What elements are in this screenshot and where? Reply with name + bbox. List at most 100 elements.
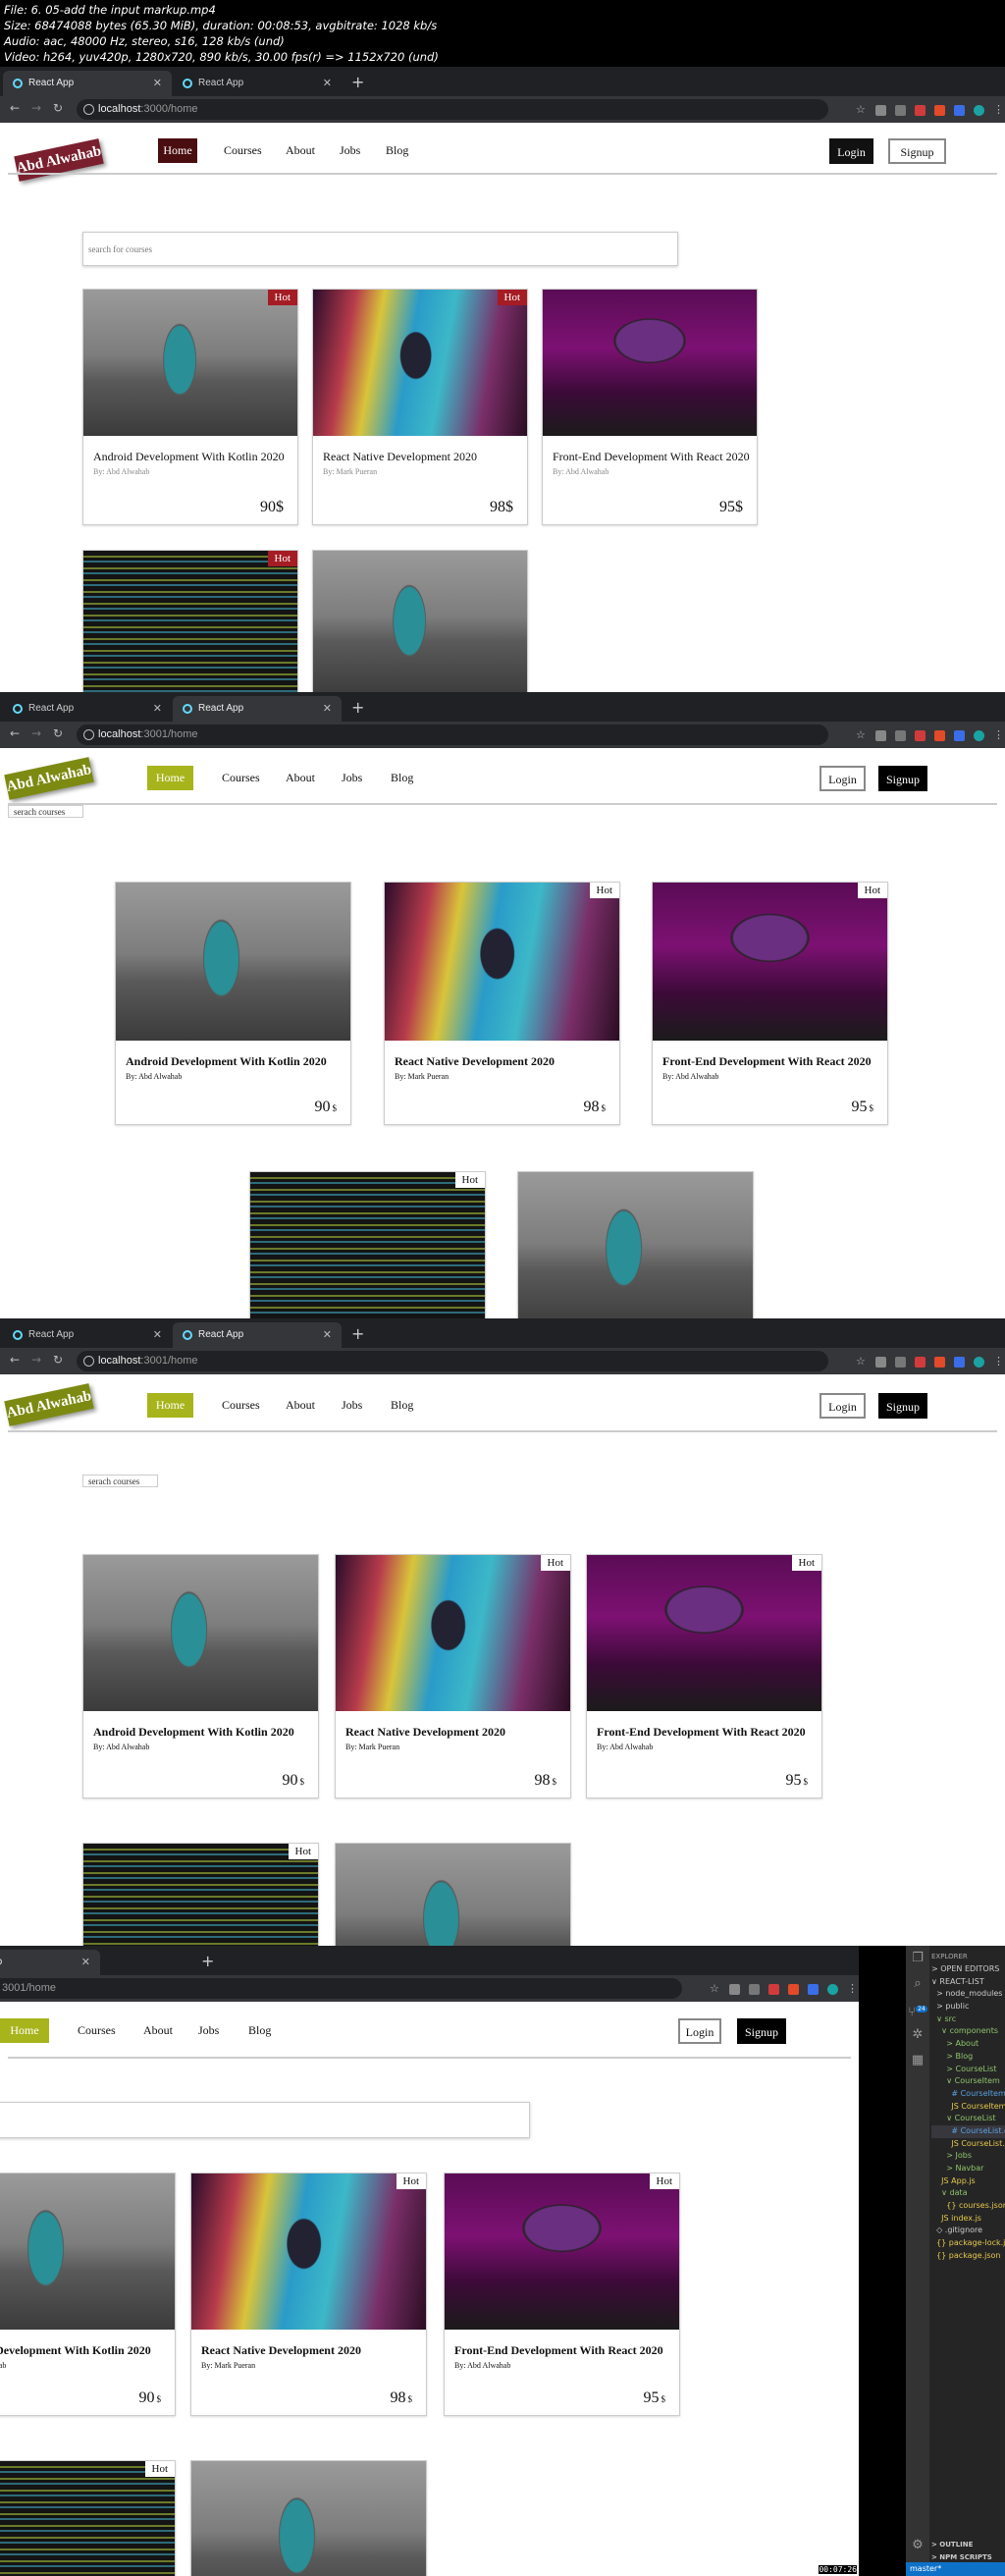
browser-tab[interactable]: React App ✕ [3, 696, 172, 722]
file-tree-item[interactable]: > public [931, 2001, 1005, 2013]
forward-icon[interactable]: → [31, 1353, 41, 1367]
login-button[interactable]: Login [820, 766, 866, 791]
new-tab-icon[interactable]: + [351, 71, 364, 94]
course-card[interactable]: Hot [82, 550, 298, 692]
source-control-icon[interactable]: ⑂ 24 [906, 1997, 929, 2022]
course-card[interactable]: Hot React Native Development 2020 By: Mark… [312, 289, 528, 525]
browser-tab[interactable]: React App ✕ [173, 71, 342, 96]
signup-button[interactable]: Signup [737, 2018, 786, 2044]
extension-icon[interactable] [749, 1983, 760, 1995]
extension-icon[interactable] [808, 1983, 819, 1995]
extension-icon[interactable] [768, 1983, 779, 1995]
tab-close-icon[interactable]: ✕ [323, 71, 332, 96]
file-tree-item[interactable]: > CourseList [931, 2064, 1005, 2076]
menu-kebab-icon[interactable]: ⋮ [993, 104, 1004, 116]
git-branch[interactable]: master* [910, 2564, 941, 2573]
logo[interactable]: Abd Alwahab [4, 1383, 94, 1426]
nav-blog[interactable]: Blog [391, 1393, 413, 1418]
file-tree-item[interactable]: {} package-lock.json [931, 2237, 1005, 2250]
extension-icon[interactable] [915, 1356, 926, 1368]
file-tree-item[interactable]: ∨ components [931, 2025, 1005, 2038]
login-button[interactable]: Login [820, 1393, 866, 1419]
back-icon[interactable]: ← [10, 726, 20, 740]
file-tree-item[interactable]: ∨ data [931, 2187, 1005, 2200]
course-card[interactable]: Hot [249, 1171, 486, 1318]
file-tree-item[interactable]: # CourseItem.css [931, 2088, 1005, 2101]
extensions-icon[interactable]: ▦ [906, 2048, 929, 2073]
course-card[interactable] [517, 1171, 754, 1318]
signup-button[interactable]: Signup [888, 138, 946, 164]
search-courses-input[interactable]: search for courses [82, 232, 678, 266]
nav-jobs[interactable]: Jobs [198, 2018, 219, 2043]
search-icon[interactable]: ⌕ [906, 1971, 929, 1997]
course-card[interactable]: Hot React Native Development 2020 By: Mark… [384, 882, 620, 1125]
signup-button[interactable]: Signup [878, 766, 927, 791]
extension-icon[interactable] [915, 104, 926, 116]
file-tree-item[interactable]: JS App.js [931, 2175, 1005, 2188]
outline-section[interactable]: > OUTLINE [931, 2541, 973, 2549]
search-courses-input[interactable]: serach courses [8, 805, 83, 818]
nav-home[interactable]: Home [147, 766, 193, 790]
browser-tab[interactable]: React App ✕ [173, 696, 342, 722]
course-card[interactable]: Front-End Development With React 2020 By:… [542, 289, 758, 525]
course-card[interactable]: Android Development With Kotlin 2020 By: … [115, 882, 351, 1125]
login-button[interactable]: Login [829, 138, 873, 164]
extension-icon[interactable] [915, 729, 926, 741]
nav-courses[interactable]: Courses [222, 1393, 260, 1418]
menu-kebab-icon[interactable]: ⋮ [993, 729, 1004, 741]
course-card[interactable] [312, 550, 528, 692]
tab-close-icon[interactable]: ✕ [153, 71, 162, 96]
extension-icon[interactable] [895, 104, 906, 116]
browser-tab[interactable]: React App ✕ [3, 71, 172, 96]
course-card[interactable]: Hot React Native Development 2020 By: Mark… [190, 2173, 427, 2416]
course-card[interactable]: Hot Front-End Development With React 2020… [444, 2173, 680, 2416]
forward-icon[interactable]: → [31, 726, 41, 740]
bookmark-star-icon[interactable]: ☆ [856, 1356, 867, 1368]
nav-courses[interactable]: Courses [222, 766, 260, 790]
nav-home[interactable]: Home [147, 1393, 193, 1418]
course-card[interactable] [190, 2460, 427, 2576]
tab-close-icon[interactable]: ✕ [153, 1322, 162, 1348]
file-tree-item[interactable]: > About [931, 2038, 1005, 2051]
bookmark-star-icon[interactable]: ☆ [856, 104, 867, 116]
file-tree-item[interactable]: > Navbar [931, 2163, 1005, 2175]
login-button[interactable]: Login [678, 2018, 721, 2044]
nav-jobs[interactable]: Jobs [342, 1393, 362, 1418]
file-tree-item[interactable]: JS CourseItem.js [931, 2101, 1005, 2114]
logo[interactable]: Abd Alwahab [4, 757, 94, 800]
extension-icon[interactable] [875, 1356, 886, 1368]
nav-courses[interactable]: Courses [78, 2018, 116, 2043]
extension-icon[interactable] [895, 729, 906, 741]
nav-about[interactable]: About [286, 766, 315, 790]
nav-about[interactable]: About [286, 1393, 315, 1418]
file-tree-item[interactable]: ∨ CourseList [931, 2113, 1005, 2125]
file-tree-item[interactable]: JS index.js [931, 2213, 1005, 2226]
file-tree-item[interactable]: JS CourseList.js [931, 2138, 1005, 2151]
new-tab-icon[interactable]: + [201, 1950, 214, 1973]
file-tree-item[interactable]: ◇ .gitignore [931, 2225, 1005, 2237]
nav-about[interactable]: About [286, 138, 315, 163]
profile-avatar-icon[interactable] [974, 729, 984, 741]
url-field[interactable]: localhost:3001/home [77, 1351, 828, 1371]
file-tree-item[interactable]: > Blog [931, 2051, 1005, 2064]
nav-blog[interactable]: Blog [248, 2018, 271, 2043]
reload-icon[interactable]: ↻ [53, 1353, 63, 1367]
file-tree-item[interactable]: > OPEN EDITORS [931, 1963, 1005, 1976]
extension-icon[interactable] [875, 104, 886, 116]
new-tab-icon[interactable]: + [351, 1322, 364, 1346]
url-field[interactable]: localhost:3000/home [77, 99, 828, 120]
search-courses-input[interactable] [0, 2102, 530, 2138]
nav-home[interactable]: Home [158, 138, 197, 163]
url-field[interactable]: localhost:3001/home [77, 724, 828, 745]
nav-about[interactable]: About [143, 2018, 173, 2043]
npm-scripts-section[interactable]: > NPM SCRIPTS [931, 2553, 992, 2561]
file-tree-item[interactable]: {} courses.json [931, 2200, 1005, 2213]
extension-icon[interactable] [934, 729, 945, 741]
extension-icon[interactable] [934, 1356, 945, 1368]
settings-gear-icon[interactable]: ⚙ [906, 2533, 929, 2558]
forward-icon[interactable]: → [31, 101, 41, 115]
course-card[interactable]: Hot Front-End Development With React 2020… [586, 1554, 822, 1798]
file-tree-item[interactable]: > node_modules [931, 1988, 1005, 2001]
file-tree-item[interactable]: ∨ REACT-LIST [931, 1976, 1005, 1989]
course-card[interactable]: Hot Android Development With Kotlin 2020 B… [82, 289, 298, 525]
